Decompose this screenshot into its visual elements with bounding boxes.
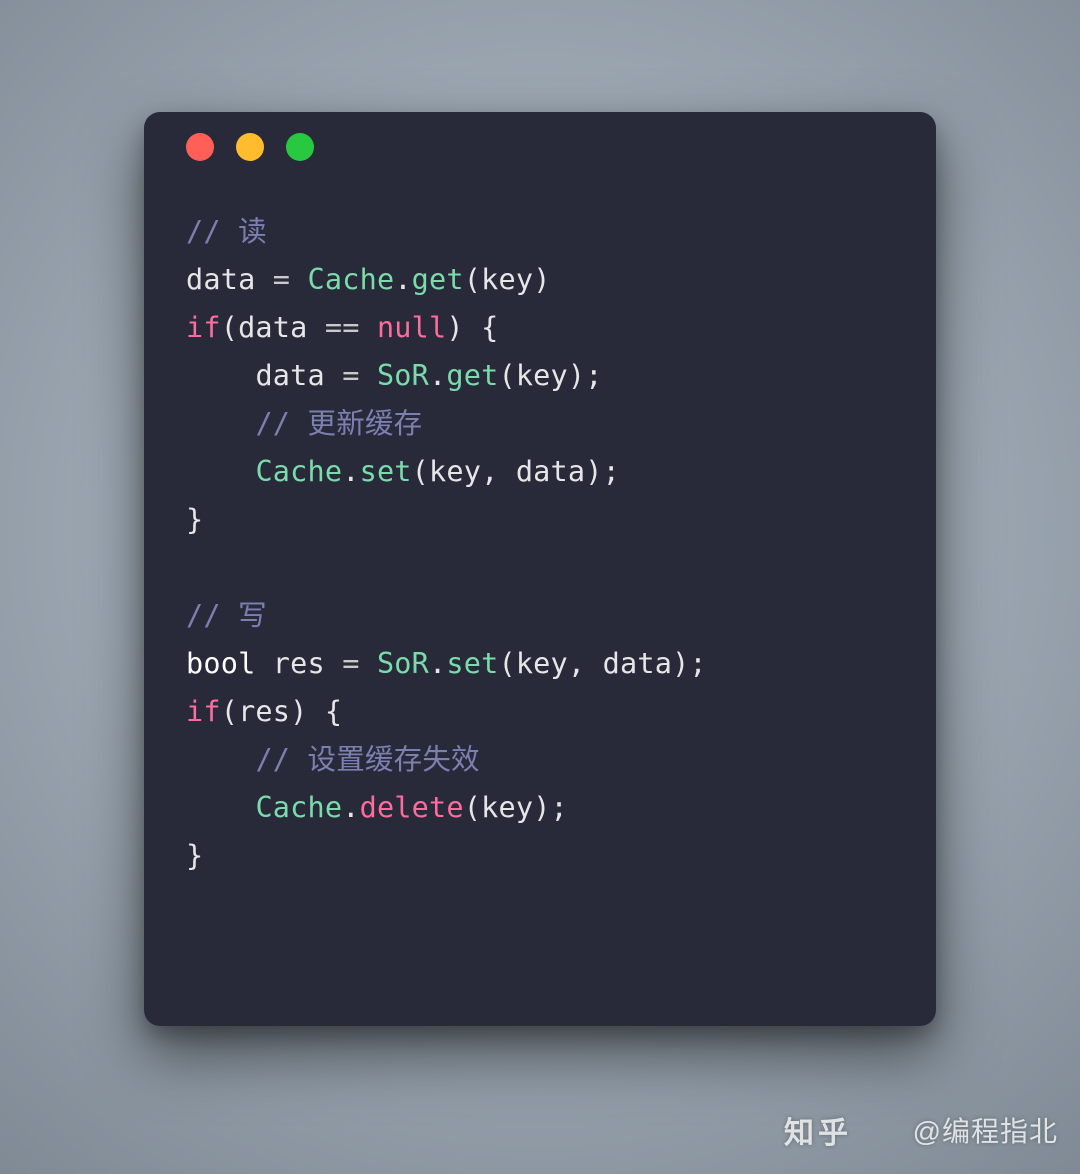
code-token: if: [186, 311, 221, 344]
watermark-text: @编程指北: [913, 1110, 1058, 1150]
close-icon[interactable]: [186, 133, 214, 161]
code-token: res: [273, 647, 342, 680]
code-token: =: [342, 359, 377, 392]
code-token: key: [481, 791, 533, 824]
code-token: key: [516, 647, 568, 680]
code-token: key: [481, 263, 533, 296]
code-token: =: [342, 647, 377, 680]
watermark-logo: 知乎: [784, 1108, 852, 1152]
code-line: if(data == null) {: [186, 304, 894, 352]
code-token: data: [255, 359, 342, 392]
code-token: key: [429, 455, 481, 488]
code-line: // 读: [186, 208, 894, 256]
code-token: );: [585, 455, 620, 488]
code-token: data: [603, 647, 672, 680]
code-window: // 读data = Cache.get(key)if(data == null…: [144, 112, 936, 1026]
code-line: [186, 544, 894, 592]
code-line: }: [186, 832, 894, 880]
code-token: delete: [360, 791, 464, 824]
code-line: // 写: [186, 592, 894, 640]
code-line: Cache.set(key, data);: [186, 448, 894, 496]
code-token: {: [481, 311, 498, 344]
code-token: // 设置缓存失效: [255, 743, 479, 776]
code-token: ==: [325, 311, 377, 344]
code-line: Cache.delete(key);: [186, 784, 894, 832]
code-token: ): [446, 311, 481, 344]
code-token: (: [464, 791, 481, 824]
code-token: // 更新缓存: [255, 407, 422, 440]
code-token: // 写: [186, 599, 267, 632]
code-line: }: [186, 496, 894, 544]
code-token: .: [342, 455, 359, 488]
code-token: ,: [568, 647, 603, 680]
code-token: {: [325, 695, 342, 728]
code-line: data = Cache.get(key): [186, 256, 894, 304]
code-token: get: [446, 359, 498, 392]
code-block: // 读data = Cache.get(key)if(data == null…: [144, 182, 936, 880]
code-token: ): [533, 263, 550, 296]
code-token: Cache: [255, 791, 342, 824]
code-token: SoR: [377, 359, 429, 392]
code-token: .: [342, 791, 359, 824]
code-token: }: [186, 839, 203, 872]
code-token: ): [290, 695, 325, 728]
code-token: Cache: [255, 455, 342, 488]
code-token: set: [446, 647, 498, 680]
code-token: (: [498, 359, 515, 392]
code-token: data: [186, 263, 273, 296]
code-token: .: [429, 359, 446, 392]
code-token: );: [533, 791, 568, 824]
code-token: (: [412, 455, 429, 488]
maximize-icon[interactable]: [286, 133, 314, 161]
code-token: );: [568, 359, 603, 392]
code-token: .: [394, 263, 411, 296]
code-token: (: [221, 695, 238, 728]
code-token: get: [412, 263, 464, 296]
code-token: ,: [481, 455, 516, 488]
code-token: (: [464, 263, 481, 296]
minimize-icon[interactable]: [236, 133, 264, 161]
code-token: if: [186, 695, 221, 728]
window-titlebar: [144, 112, 936, 182]
code-token: =: [273, 263, 308, 296]
code-token: set: [360, 455, 412, 488]
code-token: null: [377, 311, 446, 344]
code-token: .: [429, 647, 446, 680]
code-token: (: [498, 647, 515, 680]
code-token: }: [186, 503, 203, 536]
code-token: );: [672, 647, 707, 680]
code-token: Cache: [308, 263, 395, 296]
code-line: // 更新缓存: [186, 400, 894, 448]
code-token: key: [516, 359, 568, 392]
code-token: res: [238, 695, 290, 728]
code-line: if(res) {: [186, 688, 894, 736]
code-line: // 设置缓存失效: [186, 736, 894, 784]
code-token: SoR: [377, 647, 429, 680]
code-line: data = SoR.get(key);: [186, 352, 894, 400]
code-token: bool: [186, 647, 273, 680]
code-token: data: [516, 455, 585, 488]
code-token: (: [221, 311, 238, 344]
code-token: data: [238, 311, 325, 344]
code-token: // 读: [186, 215, 267, 248]
code-line: bool res = SoR.set(key, data);: [186, 640, 894, 688]
